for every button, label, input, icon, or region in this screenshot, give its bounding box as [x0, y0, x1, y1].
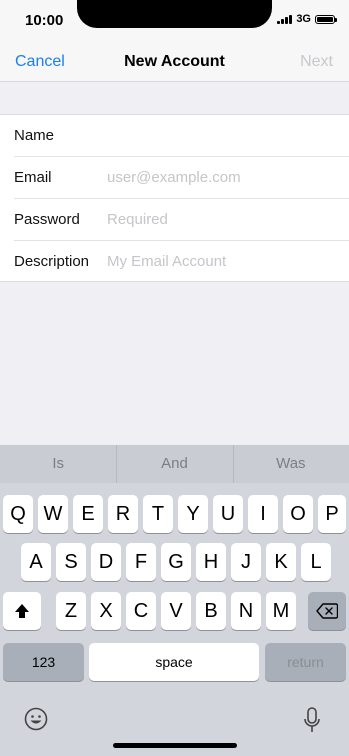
description-label: Description: [14, 253, 90, 270]
navigation-bar: Cancel New Account Next: [0, 44, 349, 82]
key-j[interactable]: J: [231, 543, 261, 581]
description-field[interactable]: My Email Account: [107, 253, 226, 270]
status-bar: 10:00 3G: [0, 0, 349, 44]
password-label: Password: [14, 211, 80, 228]
suggestion-item[interactable]: Was: [232, 445, 349, 483]
key-o[interactable]: O: [283, 495, 313, 533]
emoji-icon[interactable]: [24, 707, 48, 731]
key-c[interactable]: C: [126, 592, 156, 630]
delete-key[interactable]: [308, 592, 346, 630]
key-y[interactable]: Y: [178, 495, 208, 533]
key-i[interactable]: I: [248, 495, 278, 533]
key-a[interactable]: A: [21, 543, 51, 581]
shift-key[interactable]: [3, 592, 41, 630]
account-form: Name Email user@example.com Password Req…: [0, 114, 349, 282]
key-q[interactable]: Q: [3, 495, 33, 533]
key-h[interactable]: H: [196, 543, 226, 581]
key-b[interactable]: B: [196, 592, 226, 630]
network-type: 3G: [296, 13, 311, 25]
return-key[interactable]: return: [265, 643, 346, 681]
shift-icon: [15, 604, 29, 618]
key-x[interactable]: X: [91, 592, 121, 630]
key-z[interactable]: Z: [56, 592, 86, 630]
keyboard: Is And Was Q W E R T Y U I O P A S D F G…: [0, 445, 349, 756]
password-field[interactable]: Required: [107, 211, 168, 228]
key-r[interactable]: R: [108, 495, 138, 533]
key-v[interactable]: V: [161, 592, 191, 630]
email-field[interactable]: user@example.com: [107, 169, 241, 186]
email-label: Email: [14, 169, 52, 186]
key-e[interactable]: E: [73, 495, 103, 533]
numbers-key[interactable]: 123: [3, 643, 84, 681]
name-row[interactable]: Name: [0, 115, 349, 157]
status-time: 10:00: [25, 12, 64, 29]
key-w[interactable]: W: [38, 495, 68, 533]
microphone-icon[interactable]: [303, 707, 321, 733]
key-l[interactable]: L: [301, 543, 331, 581]
key-d[interactable]: D: [91, 543, 121, 581]
space-key[interactable]: space: [89, 643, 259, 681]
key-s[interactable]: S: [56, 543, 86, 581]
signal-icon: [277, 14, 293, 24]
home-indicator[interactable]: [113, 743, 237, 748]
suggestion-item[interactable]: Is: [0, 445, 116, 483]
key-m[interactable]: M: [266, 592, 296, 630]
next-button[interactable]: Next: [300, 53, 333, 71]
key-f[interactable]: F: [126, 543, 156, 581]
notch: [77, 0, 272, 28]
page-title: New Account: [124, 53, 225, 70]
key-t[interactable]: T: [143, 495, 173, 533]
suggestion-item[interactable]: And: [116, 445, 232, 483]
backspace-icon: [316, 603, 338, 619]
key-u[interactable]: U: [213, 495, 243, 533]
name-label: Name: [14, 127, 55, 144]
password-row[interactable]: Password Required: [0, 199, 349, 241]
key-n[interactable]: N: [231, 592, 261, 630]
status-indicators: 3G: [277, 13, 337, 25]
key-k[interactable]: K: [266, 543, 296, 581]
description-row[interactable]: Description My Email Account: [0, 241, 349, 283]
email-row[interactable]: Email user@example.com: [0, 157, 349, 199]
key-g[interactable]: G: [161, 543, 191, 581]
key-p[interactable]: P: [318, 495, 346, 533]
suggestion-bar: Is And Was: [0, 445, 349, 483]
battery-icon: [315, 14, 337, 24]
